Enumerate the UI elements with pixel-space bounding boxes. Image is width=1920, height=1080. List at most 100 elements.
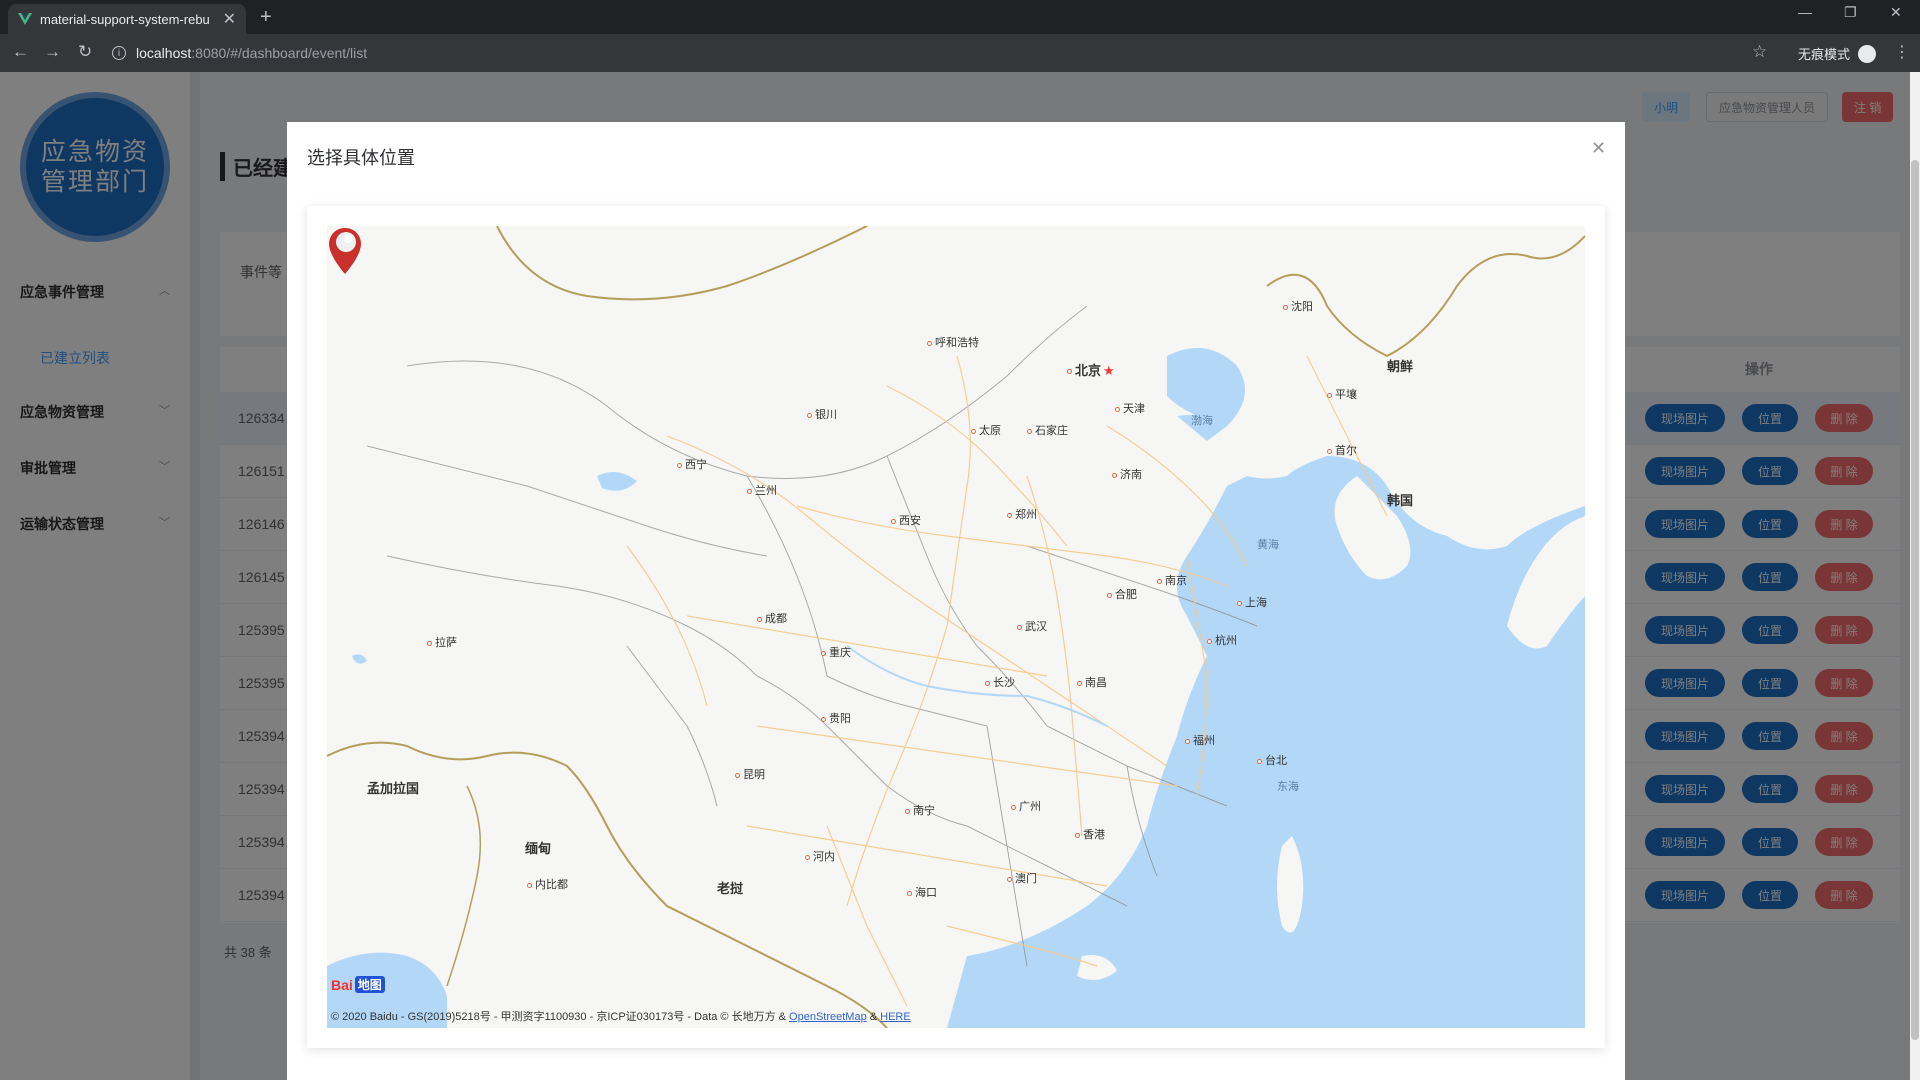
city-label: 济南 (1112, 466, 1142, 482)
city-label: 澳门 (1007, 870, 1037, 886)
city-dot-icon (1107, 592, 1112, 598)
location-pin-icon[interactable] (327, 226, 363, 276)
city-label: 缅甸 (525, 838, 551, 857)
map-copyright: © 2020 Baidu - GS(2019)5218号 - 甲测资字11009… (331, 1008, 911, 1024)
city-label: 广州 (1011, 798, 1041, 814)
capital-star-icon: ★ (1103, 363, 1115, 378)
browser-menu-icon[interactable]: ⋮ (1894, 42, 1910, 62)
city-label: 石家庄 (1027, 422, 1068, 438)
city-label: 重庆 (821, 644, 851, 660)
vue-logo-icon (18, 13, 32, 25)
city-dot-icon (1027, 428, 1032, 434)
url-path: :8080/#/dashboard/event/list (191, 45, 368, 61)
baidu-logo: Bai 地图 (331, 976, 385, 993)
city-name: 内比都 (535, 879, 568, 891)
baidu-map[interactable]: 呼和浩特 北京 ★ 天津 沈阳 朝鲜 平壤 首尔 韩国 银川 太原 石家庄 济南 西宁 兰州 西安 郑州 合肥 南京… (327, 226, 1585, 1028)
back-icon[interactable]: ← (12, 42, 29, 62)
city-dot-icon (1112, 472, 1117, 478)
city-name: 澳门 (1015, 873, 1037, 885)
city-label: 北京 ★ (1067, 360, 1115, 379)
city-dot-icon (527, 882, 532, 888)
city-dot-icon (1185, 738, 1190, 744)
city-dot-icon (677, 462, 682, 468)
close-icon[interactable]: ✕ (1591, 138, 1606, 159)
city-name: 太原 (979, 425, 1001, 437)
baidu-logo-map: 地图 (354, 976, 385, 993)
city-dot-icon (805, 854, 810, 860)
bookmark-star-icon[interactable]: ☆ (1752, 42, 1767, 62)
city-name: 拉萨 (435, 637, 457, 649)
city-label: 河内 (805, 848, 835, 864)
forward-icon[interactable]: → (44, 42, 61, 62)
page-scrollbar-thumb[interactable] (1911, 160, 1919, 1040)
window-close-icon[interactable]: ✕ (1890, 4, 1902, 21)
copyright-text: © 2020 Baidu - GS(2019)5218号 - 甲测资字11009… (331, 1011, 790, 1023)
city-name: 首尔 (1335, 445, 1357, 457)
here-link[interactable]: HERE (880, 1011, 911, 1023)
city-label: 呼和浩特 (927, 334, 979, 350)
city-dot-icon (747, 488, 752, 494)
reload-icon[interactable]: ↻ (78, 42, 92, 62)
city-label: 拉萨 (427, 634, 457, 650)
city-name: 长沙 (993, 677, 1015, 689)
city-name: 福州 (1193, 735, 1215, 747)
city-name: 南昌 (1085, 677, 1107, 689)
minimize-icon[interactable]: — (1798, 4, 1812, 20)
city-label: 兰州 (747, 482, 777, 498)
city-dot-icon (1257, 758, 1262, 764)
city-name: 南宁 (913, 805, 935, 817)
browser-tabbar: material-support-system-rebu ✕ + — ❐ ✕ (0, 0, 1920, 34)
city-name: 上海 (1245, 597, 1267, 609)
city-name: 平壤 (1335, 389, 1357, 401)
city-name: 老挝 (717, 881, 744, 896)
city-name: 河内 (813, 851, 835, 863)
city-name: 武汉 (1025, 621, 1047, 633)
city-dot-icon (735, 772, 740, 778)
new-tab-icon[interactable]: + (260, 6, 272, 29)
tab-close-icon[interactable]: ✕ (223, 9, 236, 29)
city-dot-icon (1067, 369, 1072, 375)
map-card: 呼和浩特 北京 ★ 天津 沈阳 朝鲜 平壤 首尔 韩国 银川 太原 石家庄 济南 西宁 兰州 西安 郑州 合肥 南京… (307, 206, 1605, 1048)
city-dot-icon (1207, 638, 1212, 644)
city-dot-icon (1115, 406, 1120, 412)
city-dot-icon (985, 680, 990, 686)
city-label: 长沙 (985, 674, 1015, 690)
city-name: 天津 (1123, 403, 1145, 415)
osm-link[interactable]: OpenStreetMap (789, 1011, 867, 1023)
city-name: 成都 (765, 613, 787, 625)
city-label: 南京 (1157, 572, 1187, 588)
url-host: localhost (136, 45, 192, 61)
info-icon[interactable]: i (112, 46, 126, 60)
incognito-indicator[interactable]: 无痕模式 (1798, 44, 1877, 63)
city-label: 南宁 (905, 802, 935, 818)
city-dot-icon (1017, 624, 1022, 630)
city-name: 广州 (1019, 801, 1041, 813)
city-label: 西宁 (677, 456, 707, 472)
city-dot-icon (1011, 804, 1016, 810)
city-name: 朝鲜 (1387, 359, 1414, 374)
city-name: 呼和浩特 (935, 337, 979, 349)
city-name: 合肥 (1115, 589, 1137, 601)
browser-toolbar: ← → ↻ i localhost:8080/#/dashboard/event… (0, 34, 1920, 72)
address-bar[interactable]: i localhost:8080/#/dashboard/event/list (112, 39, 367, 67)
city-name: 香港 (1083, 829, 1105, 841)
city-label: 台北 (1257, 752, 1287, 768)
city-name: 缅甸 (525, 841, 552, 856)
city-name: 济南 (1120, 469, 1142, 481)
location-dialog: 选择具体位置 ✕ 呼和浩特 北京 ★ 天津 沈阳 朝鲜 平壤 首尔 韩国 银川 … (287, 122, 1625, 1080)
city-label: 杭州 (1207, 632, 1237, 648)
copyright-amp: & (866, 1011, 881, 1023)
city-dot-icon (1007, 876, 1012, 882)
browser-tab[interactable]: material-support-system-rebu ✕ (8, 4, 246, 34)
city-dot-icon (821, 650, 826, 656)
city-dot-icon (907, 890, 912, 896)
city-name: 西宁 (685, 459, 707, 471)
city-name: 贵阳 (829, 713, 851, 725)
city-name: 银川 (815, 409, 837, 421)
city-label: 孟加拉国 (367, 778, 419, 797)
city-dot-icon (1283, 304, 1288, 310)
city-label: 贵阳 (821, 710, 851, 726)
city-dot-icon (891, 518, 896, 524)
restore-icon[interactable]: ❐ (1844, 4, 1857, 21)
city-name: 郑州 (1015, 509, 1037, 521)
